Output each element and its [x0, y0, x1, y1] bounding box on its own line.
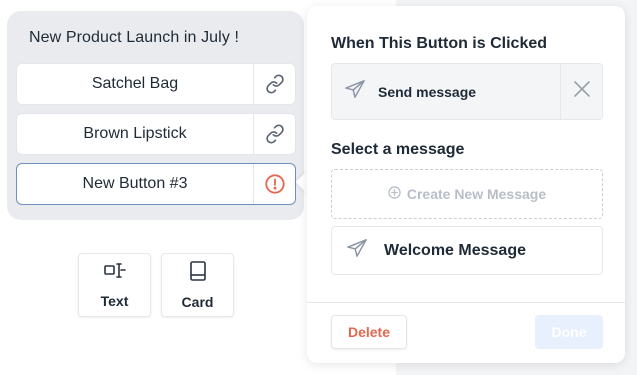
link-icon[interactable] — [254, 114, 295, 154]
message-card: New Product Launch in July ! Satchel Bag… — [7, 11, 304, 220]
remove-action-button[interactable] — [561, 64, 602, 119]
select-message-title: Select a message — [331, 141, 465, 158]
send-icon — [346, 238, 368, 263]
message-option-label: Welcome Message — [384, 241, 526, 259]
create-message-label: Create New Message — [406, 186, 547, 202]
card-icon — [189, 260, 207, 286]
link-icon[interactable] — [254, 64, 295, 104]
action-main[interactable]: Send message — [332, 64, 561, 119]
message-option-welcome[interactable]: Welcome Message — [331, 226, 603, 275]
button-settings-panel: When This Button is Clicked Send message… — [307, 6, 625, 363]
done-button[interactable]: Done — [535, 315, 603, 349]
message-title: New Product Launch in July ! — [29, 29, 240, 46]
message-button-1[interactable]: Satchel Bag — [16, 63, 296, 105]
message-button-3[interactable]: New Button #3 — [16, 163, 296, 205]
plus-circle-icon — [388, 186, 401, 202]
text-block-label: Text — [100, 292, 129, 309]
action-selector[interactable]: Send message — [331, 63, 603, 120]
delete-button[interactable]: Delete — [331, 315, 407, 349]
send-icon — [344, 79, 366, 104]
panel-footer-divider — [307, 302, 625, 303]
message-button-2[interactable]: Brown Lipstick — [16, 113, 296, 155]
button-label[interactable]: Satchel Bag — [17, 64, 254, 104]
create-new-message-button[interactable]: Create New Message — [331, 169, 603, 219]
alert-circle-icon[interactable] — [254, 164, 295, 204]
add-card-block-button[interactable]: Card — [161, 253, 234, 317]
button-label[interactable]: New Button #3 — [17, 164, 254, 204]
close-icon — [573, 80, 591, 103]
text-cursor-icon — [103, 262, 126, 285]
action-label: Send message — [378, 83, 477, 100]
button-label[interactable]: Brown Lipstick — [17, 114, 254, 154]
click-action-title: When This Button is Clicked — [331, 35, 548, 52]
card-block-label: Card — [181, 293, 214, 310]
add-text-block-button[interactable]: Text — [78, 253, 151, 317]
